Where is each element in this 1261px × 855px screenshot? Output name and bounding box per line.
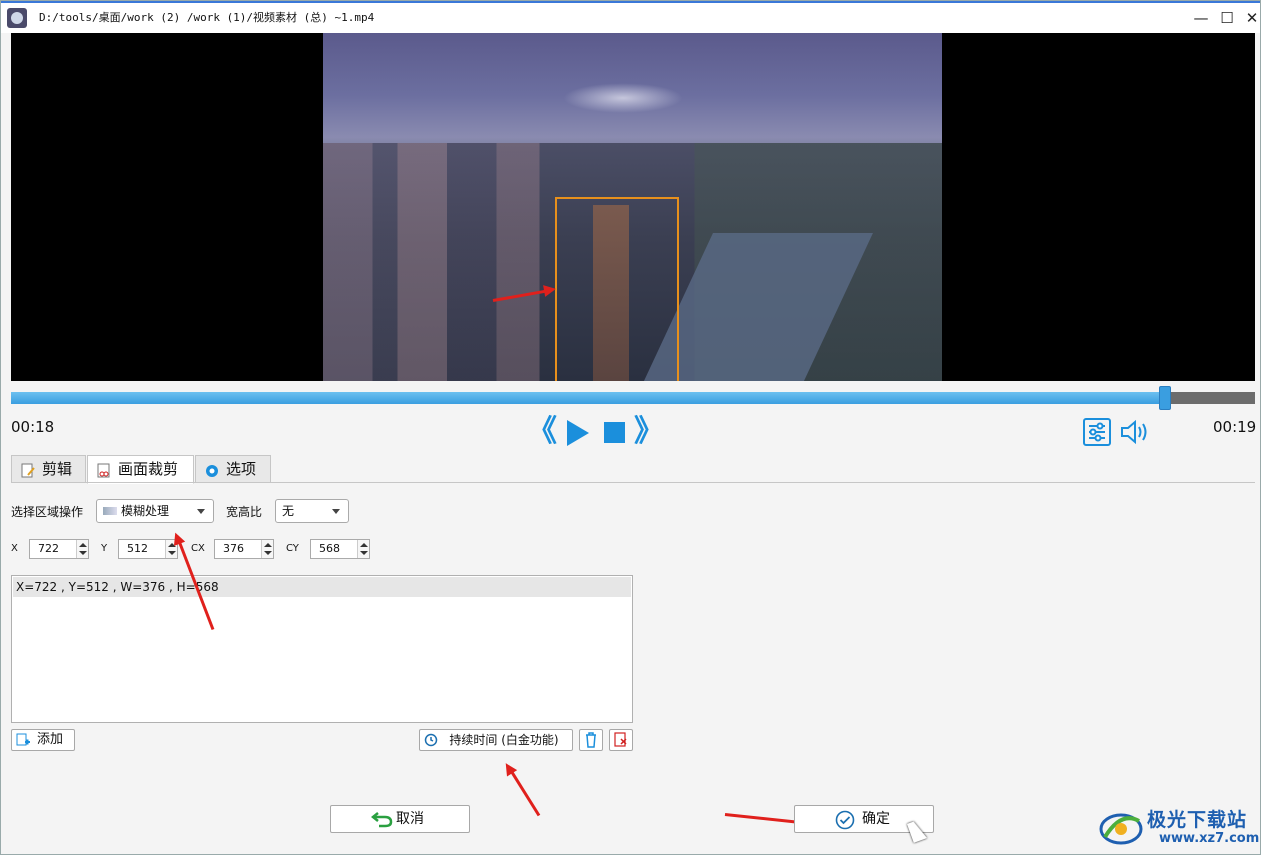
app-icon [7, 8, 27, 28]
edit-icon [20, 461, 36, 478]
delete-all-icon[interactable] [609, 729, 633, 751]
chevron-down-icon [332, 509, 340, 514]
add-button-label: 添加 [36, 732, 63, 747]
tab-options-label: 选项 [226, 460, 257, 478]
aspect-label: 宽高比 [226, 505, 263, 519]
stop-icon[interactable] [604, 422, 625, 443]
region-list[interactable]: X=722 , Y=512 , W=376 , H=568 [11, 575, 633, 723]
region-op-value: 模糊处理 [121, 504, 170, 518]
tab-edit-label: 剪辑 [42, 460, 73, 478]
watermark: 极光下载站 www.xz7.com [1099, 803, 1259, 853]
ok-button-label: 确定 [862, 811, 890, 827]
watermark-name: 极光下载站 [1147, 809, 1248, 831]
video-clouds [563, 83, 683, 113]
cy-spinbox[interactable]: 568 [310, 539, 370, 559]
check-circle-icon [835, 810, 855, 839]
play-icon[interactable] [567, 420, 589, 446]
tab-crop[interactable]: 画面裁剪 [87, 455, 194, 484]
spin-arrows-icon[interactable] [357, 540, 369, 558]
spin-arrows-icon[interactable] [76, 540, 88, 558]
y-value: 512 [127, 542, 148, 555]
crop-icon [96, 461, 112, 478]
chevron-down-icon [197, 509, 205, 514]
cx-label: CX [191, 543, 205, 554]
x-label: X [11, 543, 18, 554]
tab-divider [11, 482, 1255, 483]
region-op-select[interactable]: 模糊处理 [96, 499, 214, 523]
duration-button[interactable]: 持续时间 (白金功能) [419, 729, 573, 751]
trash-icon[interactable] [579, 729, 603, 751]
progress-bar[interactable] [11, 386, 1255, 410]
clock-icon [424, 733, 438, 753]
blur-icon [103, 507, 117, 515]
rewind-icon[interactable]: 《 [527, 417, 557, 447]
crop-region-box[interactable] [555, 197, 679, 381]
cancel-button-label: 取消 [396, 811, 424, 827]
forward-icon[interactable]: 》 [634, 417, 664, 447]
window-title: D:/tools/桌面/work (2) /work (1)/视频素材 (总) … [39, 11, 375, 24]
add-list-icon [16, 733, 30, 754]
y-label: Y [101, 543, 108, 554]
cancel-button[interactable]: 取消 [330, 805, 470, 833]
current-time: 00:18 [11, 418, 55, 436]
watermark-logo-icon [1099, 807, 1145, 853]
aspect-select[interactable]: 无 [275, 499, 349, 523]
progress-handle[interactable] [1159, 386, 1172, 410]
progress-fill [11, 392, 1166, 404]
equalizer-icon[interactable] [1083, 418, 1111, 450]
y-spinbox[interactable]: 512 [118, 539, 178, 559]
minimize-button[interactable]: — [1190, 7, 1212, 29]
add-button[interactable]: 添加 [11, 729, 75, 751]
cx-spinbox[interactable]: 376 [214, 539, 274, 559]
annotation-arrow [506, 765, 541, 817]
video-preview[interactable] [11, 33, 1255, 381]
total-time: 00:19 [1213, 418, 1257, 436]
watermark-url: www.xz7.com [1159, 831, 1260, 846]
region-op-label: 选择区域操作 [11, 505, 84, 519]
duration-button-label: 持续时间 (白金功能) [449, 733, 559, 747]
cx-value: 376 [223, 542, 244, 555]
cy-value: 568 [319, 542, 340, 555]
x-spinbox[interactable]: 722 [29, 539, 89, 559]
tab-edit[interactable]: 剪辑 [11, 455, 86, 483]
x-value: 722 [38, 542, 59, 555]
spin-arrows-icon[interactable] [261, 540, 273, 558]
cy-label: CY [286, 543, 299, 554]
undo-icon [370, 810, 393, 837]
list-item[interactable]: X=722 , Y=512 , W=376 , H=568 [13, 577, 631, 597]
video-frame [323, 33, 942, 381]
maximize-button[interactable]: ☐ [1216, 7, 1238, 29]
volume-icon[interactable] [1119, 419, 1149, 449]
gear-icon [204, 461, 220, 477]
title-bar: D:/tools/桌面/work (2) /work (1)/视频素材 (总) … [1, 1, 1260, 33]
close-button[interactable]: ✕ [1241, 7, 1261, 29]
aspect-value: 无 [282, 504, 295, 518]
tab-options[interactable]: 选项 [195, 455, 271, 483]
tab-crop-label: 画面裁剪 [118, 460, 179, 478]
crop-dialog-window: D:/tools/桌面/work (2) /work (1)/视频素材 (总) … [0, 0, 1261, 855]
